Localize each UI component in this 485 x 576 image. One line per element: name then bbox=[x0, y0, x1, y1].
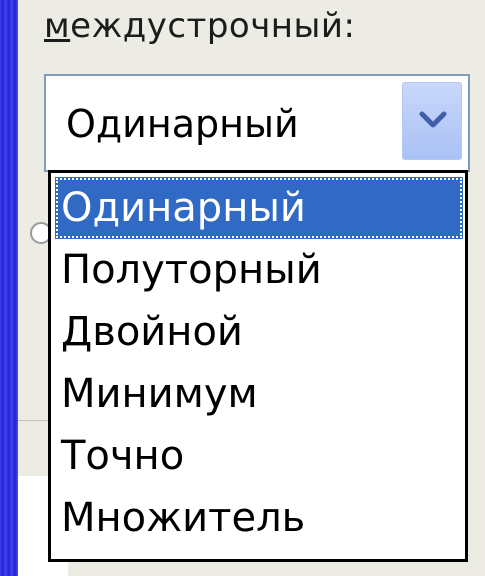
option-single[interactable]: Одинарный bbox=[55, 177, 463, 239]
option-one-and-half[interactable]: Полуторный bbox=[55, 239, 461, 301]
line-spacing-label: междустрочный: bbox=[44, 6, 355, 46]
option-exactly[interactable]: Точно bbox=[55, 425, 461, 487]
option-double[interactable]: Двойной bbox=[55, 301, 461, 363]
background-strip bbox=[0, 0, 18, 576]
label-accelerator: м bbox=[44, 6, 71, 46]
option-at-least[interactable]: Минимум bbox=[55, 363, 461, 425]
chevron-down-icon bbox=[419, 111, 447, 128]
option-multiple[interactable]: Множитель bbox=[55, 487, 461, 549]
dropdown-list: Одинарный Полуторный Двойной Минимум Точ… bbox=[48, 170, 468, 562]
line-spacing-combobox[interactable]: Одинарный bbox=[44, 74, 470, 172]
label-text: еждустрочный: bbox=[70, 6, 356, 46]
dropdown-button[interactable] bbox=[402, 82, 462, 160]
combo-value: Одинарный bbox=[66, 102, 299, 146]
